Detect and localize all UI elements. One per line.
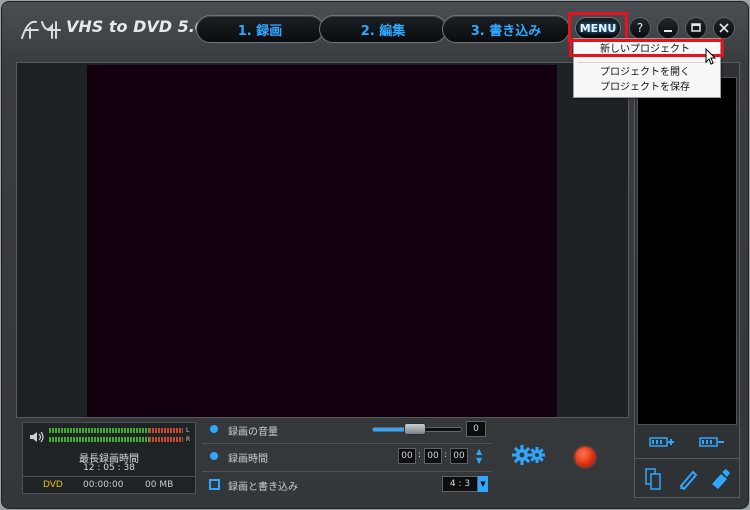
device-icon[interactable] [645,468,661,490]
file-size: 00 MB [145,480,174,490]
menu-item-save-project[interactable]: プロジェクトを保存 [574,80,720,95]
max-record-time-value: 12 : 05 : 38 [83,463,135,473]
maximize-button[interactable] [685,17,707,39]
clip-panel [634,62,740,498]
volume-value[interactable]: 0 [466,421,486,437]
volume-slider-knob[interactable] [404,423,426,435]
step-edit-button[interactable]: 2. 編集 [319,15,447,43]
channel-left-label: L [186,427,190,434]
menu-item-open-project[interactable]: プロジェクトを開く [574,65,720,80]
pencil-icon[interactable] [677,468,699,490]
level-divider [23,476,195,477]
clip-list[interactable] [637,77,737,425]
speaker-icon[interactable] [29,431,45,443]
remove-clip-icon[interactable] [699,435,725,449]
logo-icon [21,20,61,39]
panel-divider [635,458,739,459]
app-title: VHS to DVD 5.0 [66,17,206,36]
duration-label: 録画時間 [228,454,268,465]
duration-seconds[interactable]: 00 [450,448,468,464]
volume-label: 録画の音量 [228,427,278,438]
settings-gears-icon[interactable] [512,442,546,468]
level-meter-right-peak [149,437,183,442]
close-icon [719,23,729,33]
duration-radio[interactable] [210,452,218,460]
volume-row: 録画の音量 0 [202,417,492,443]
add-clip-icon[interactable] [649,435,675,449]
duration-spinner[interactable]: ▲ ▼ [476,447,482,465]
burn-row: 録画と書き込み 4 : 3 ▼ [202,472,492,498]
menu-separator [578,62,716,63]
record-and-burn-checkbox[interactable] [209,479,220,490]
aspect-ratio-select[interactable]: 4 : 3 [442,476,478,492]
record-and-burn-label: 録画と書き込み [228,482,298,493]
eraser-icon[interactable] [709,468,731,490]
audio-level-panel: L R 最長録画時間 12 : 05 : 38 DVD 00:00:00 00 … [22,422,196,494]
channel-right-label: R [186,436,191,443]
video-preview [87,65,557,417]
duration-minutes[interactable]: 00 [424,448,442,464]
colon-separator: : [418,450,422,460]
step-burn-button[interactable]: 3. 書き込み [442,15,570,43]
record-button[interactable] [575,447,595,467]
disc-type: DVD [43,480,63,490]
help-button[interactable]: ? [629,17,651,39]
colon-separator: : [444,450,448,460]
duration-row: 録画時間 00 : 00 : 00 ▲ ▼ [202,444,492,470]
elapsed-time: 00:00:00 [83,480,124,490]
menu-item-highlight-box [569,39,724,57]
volume-radio[interactable] [210,425,218,433]
cursor-icon [705,48,717,65]
step-record-button[interactable]: 1. 録画 [196,15,324,43]
level-meter-left-peak [149,428,183,433]
chevron-down-icon[interactable]: ▼ [478,476,488,492]
minimize-icon [664,30,672,32]
minimize-button[interactable] [657,17,679,39]
video-preview-frame [16,62,629,418]
close-button[interactable] [713,17,735,39]
duration-hours[interactable]: 00 [398,448,416,464]
menu-button[interactable]: MENU [575,17,621,39]
maximize-icon [691,23,701,32]
